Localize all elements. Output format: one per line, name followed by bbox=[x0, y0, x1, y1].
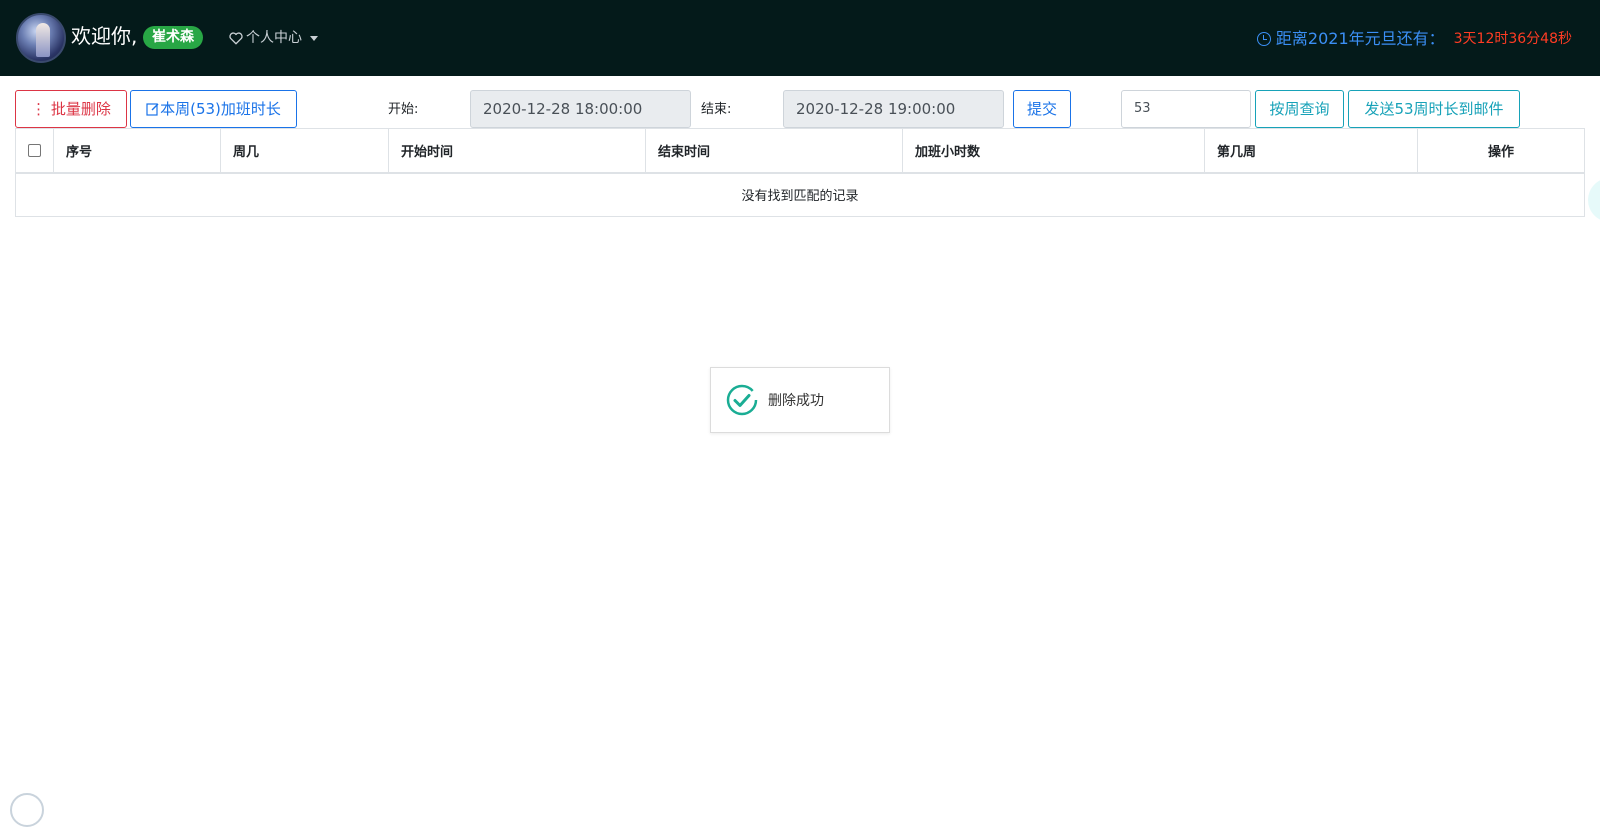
week-overtime-label: 本周(53)加班时长 bbox=[160, 100, 281, 118]
corner-floating-button[interactable] bbox=[10, 793, 44, 827]
overtime-table: 序号 周几 开始时间 结束时间 加班小时数 第几周 操作 没有找到匹配的记录 bbox=[15, 128, 1585, 217]
chevron-down-icon bbox=[310, 35, 318, 41]
countdown-label: 距离2021年元旦还有： bbox=[1275, 29, 1445, 48]
top-navbar: 欢迎你, 崔术森 个人中心 距离2021年元旦还有： 3天12时36分48秒 bbox=[0, 0, 1600, 76]
query-by-week-button[interactable]: 按周查询 bbox=[1255, 90, 1344, 128]
column-header[interactable]: 操作 bbox=[1417, 128, 1585, 174]
username-badge: 崔术森 bbox=[143, 26, 203, 49]
user-center-dropdown[interactable]: 个人中心 bbox=[229, 28, 318, 48]
select-all-checkbox[interactable] bbox=[28, 143, 41, 157]
empty-message: 没有找到匹配的记录 bbox=[15, 172, 1585, 217]
select-all-header bbox=[15, 128, 54, 174]
column-header[interactable]: 结束时间 bbox=[645, 128, 903, 174]
column-header[interactable]: 序号 bbox=[53, 128, 221, 174]
edit-icon bbox=[146, 103, 159, 116]
batch-delete-button[interactable]: ⋮ 批量删除 bbox=[15, 90, 127, 128]
avatar-figure bbox=[36, 23, 50, 57]
start-time-input[interactable]: 2020-12-28 18:00:00 bbox=[470, 90, 691, 128]
column-header[interactable]: 第几周 bbox=[1204, 128, 1418, 174]
table-header-row: 序号 周几 开始时间 结束时间 加班小时数 第几周 操作 bbox=[15, 128, 1585, 174]
side-float-tab[interactable] bbox=[1588, 178, 1600, 222]
start-label: 开始: bbox=[388, 102, 419, 117]
submit-button[interactable]: 提交 bbox=[1013, 90, 1071, 128]
send-email-button[interactable]: 发送53周时长到邮件 bbox=[1348, 90, 1520, 128]
week-overtime-button[interactable]: 本周(53)加班时长 bbox=[130, 90, 297, 128]
column-header[interactable]: 周几 bbox=[220, 128, 389, 174]
clock-icon bbox=[1256, 32, 1271, 46]
user-center-label: 个人中心 bbox=[246, 30, 302, 46]
delete-success-toast: 删除成功 bbox=[710, 367, 890, 433]
end-time-input[interactable]: 2020-12-28 19:00:00 bbox=[783, 90, 1004, 128]
week-number-input[interactable]: 53 bbox=[1121, 90, 1251, 128]
check-circle-icon bbox=[726, 384, 758, 416]
heart-icon bbox=[229, 31, 243, 44]
end-label: 结束: bbox=[701, 102, 732, 117]
countdown-value: 3天12时36分48秒 bbox=[1453, 31, 1572, 47]
column-header[interactable]: 开始时间 bbox=[388, 128, 646, 174]
new-year-countdown: 距离2021年元旦还有： 3天12时36分48秒 bbox=[1256, 28, 1572, 50]
user-avatar[interactable] bbox=[16, 13, 66, 63]
column-header[interactable]: 加班小时数 bbox=[902, 128, 1205, 174]
welcome-text: 欢迎你, bbox=[71, 24, 138, 48]
empty-row: 没有找到匹配的记录 bbox=[15, 172, 1585, 217]
toast-message: 删除成功 bbox=[768, 393, 824, 409]
